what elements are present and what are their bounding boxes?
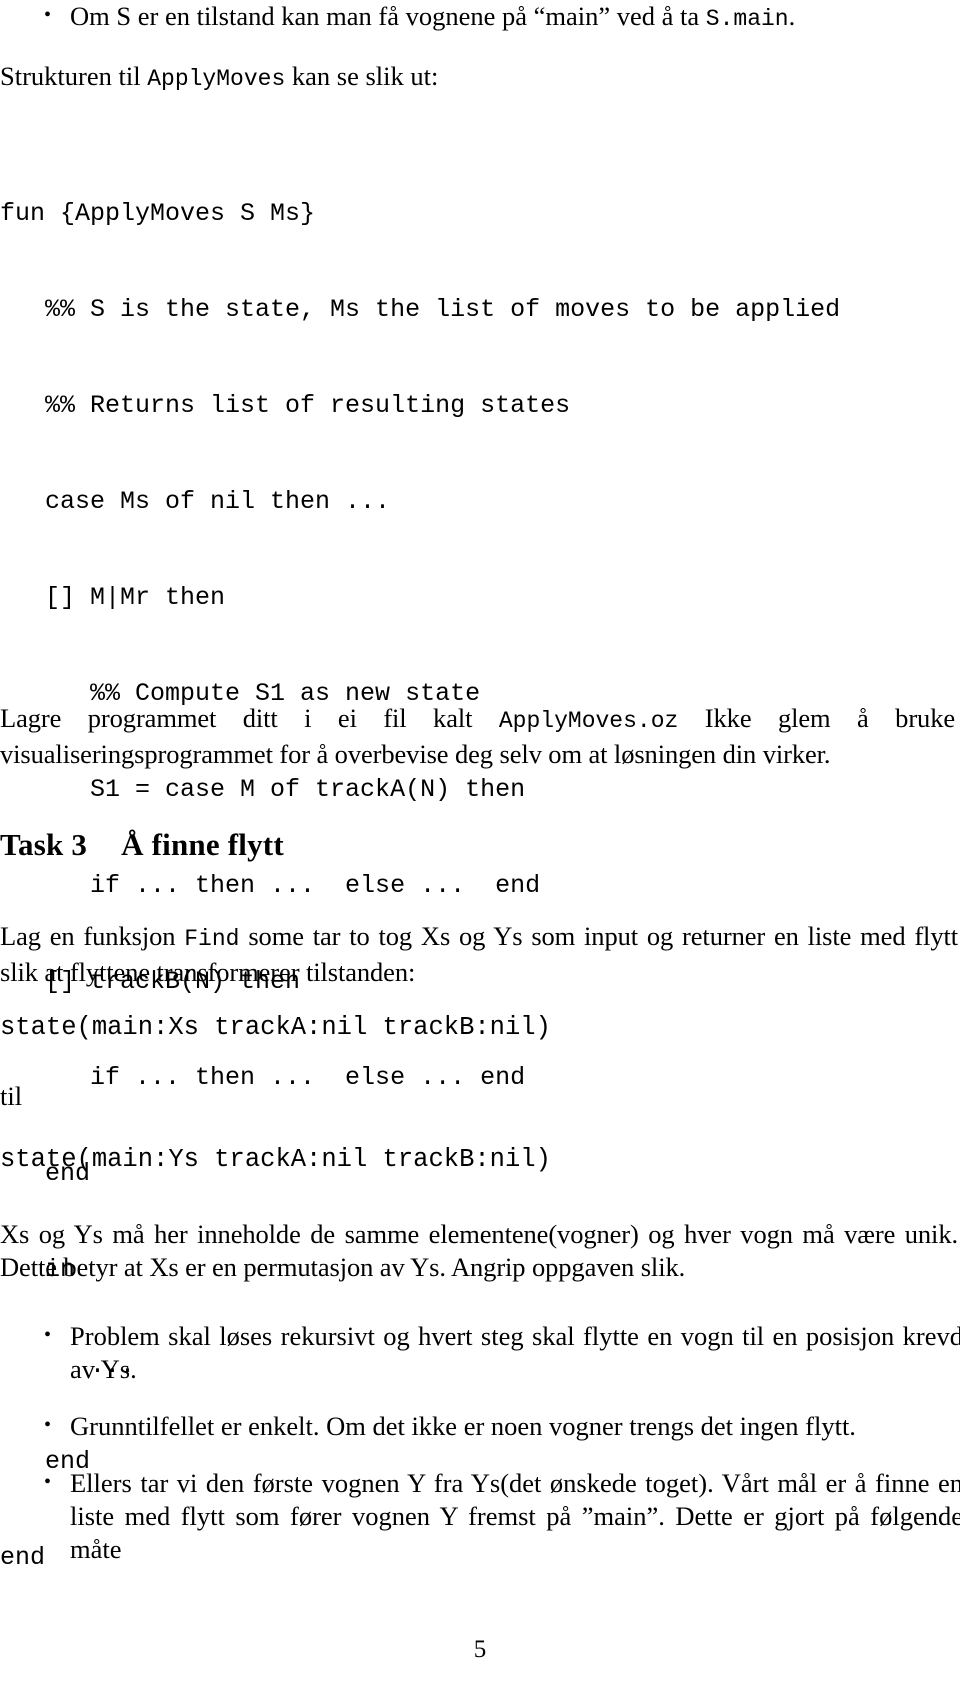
page-title: Task 3 Å finne flytt — [0, 826, 960, 864]
page-number: 5 — [473, 1636, 487, 1663]
code-line: fun {ApplyMoves S Ms} — [0, 199, 316, 228]
section-number: Task 3 — [0, 827, 88, 862]
structure-intro-before: Strukturen til — [0, 61, 148, 91]
list-item: Problem skal løses rekursivt og hvert st… — [0, 1319, 960, 1386]
state-from-code: state(main:Xs trackA:nil trackB:nil) — [0, 1013, 551, 1042]
intro-bullet-list: Om S er en tilstand kan man få vognene p… — [0, 0, 960, 36]
structure-intro-line: Strukturen til ApplyMoves kan se slik ut… — [0, 60, 960, 96]
save-program-paragraph: Lagre programmet ditt i ei fil kalt Appl… — [0, 702, 955, 771]
code-line: case Ms of nil then ... — [0, 487, 391, 516]
list-item: Om S er en tilstand kan man få vognene p… — [0, 0, 960, 36]
approach-bullet-block: Problem skal løses rekursivt og hvert st… — [0, 1319, 960, 1566]
intro-bullet-text-after: . — [788, 1, 796, 31]
list-item: Grunntilfellet er enkelt. Om det ikke er… — [0, 1409, 960, 1443]
code-line: %% Returns list of resulting states — [0, 391, 571, 420]
list-item: Ellers tar vi den første vognen Y fra Ys… — [0, 1466, 960, 1566]
til-label: til — [0, 1081, 23, 1111]
code-line: %% S is the state, Ms the list of moves … — [0, 295, 841, 324]
intro-bullet-text-before: Om S er en tilstand kan man få vognene p… — [70, 1, 706, 31]
permutation-paragraph: Xs og Ys må her inneholde de samme eleme… — [0, 1219, 958, 1282]
find-paragraph-mono: Find — [184, 926, 240, 952]
save-paragraph-mono: ApplyMoves.oz — [498, 708, 679, 734]
find-function-paragraph: Lag en funksjon Find some tar to tog Xs … — [0, 920, 958, 989]
document-page: Om S er en tilstand kan man få vognene p… — [0, 0, 960, 1690]
find-paragraph-before: Lag en funksjon — [0, 921, 185, 951]
code-line: [] M|Mr then — [0, 583, 226, 612]
intro-bullet-block: Om S er en tilstand kan man få vognene p… — [0, 0, 960, 36]
intro-bullet-mono: S.main — [705, 6, 789, 32]
structure-intro-after: kan se slik ut: — [285, 61, 439, 91]
approach-bullet-list: Problem skal løses rekursivt og hvert st… — [0, 1319, 960, 1566]
code-line: if ... then ... else ... end — [0, 871, 541, 900]
save-paragraph-before: Lagre programmet ditt i ei fil kalt — [0, 703, 499, 733]
code-line: S1 = case M of trackA(N) then — [0, 775, 526, 804]
section-title: Å finne flytt — [121, 827, 284, 862]
state-to-code: state(main:Ys trackA:nil trackB:nil) — [0, 1145, 551, 1174]
structure-intro-mono: ApplyMoves — [147, 66, 286, 92]
